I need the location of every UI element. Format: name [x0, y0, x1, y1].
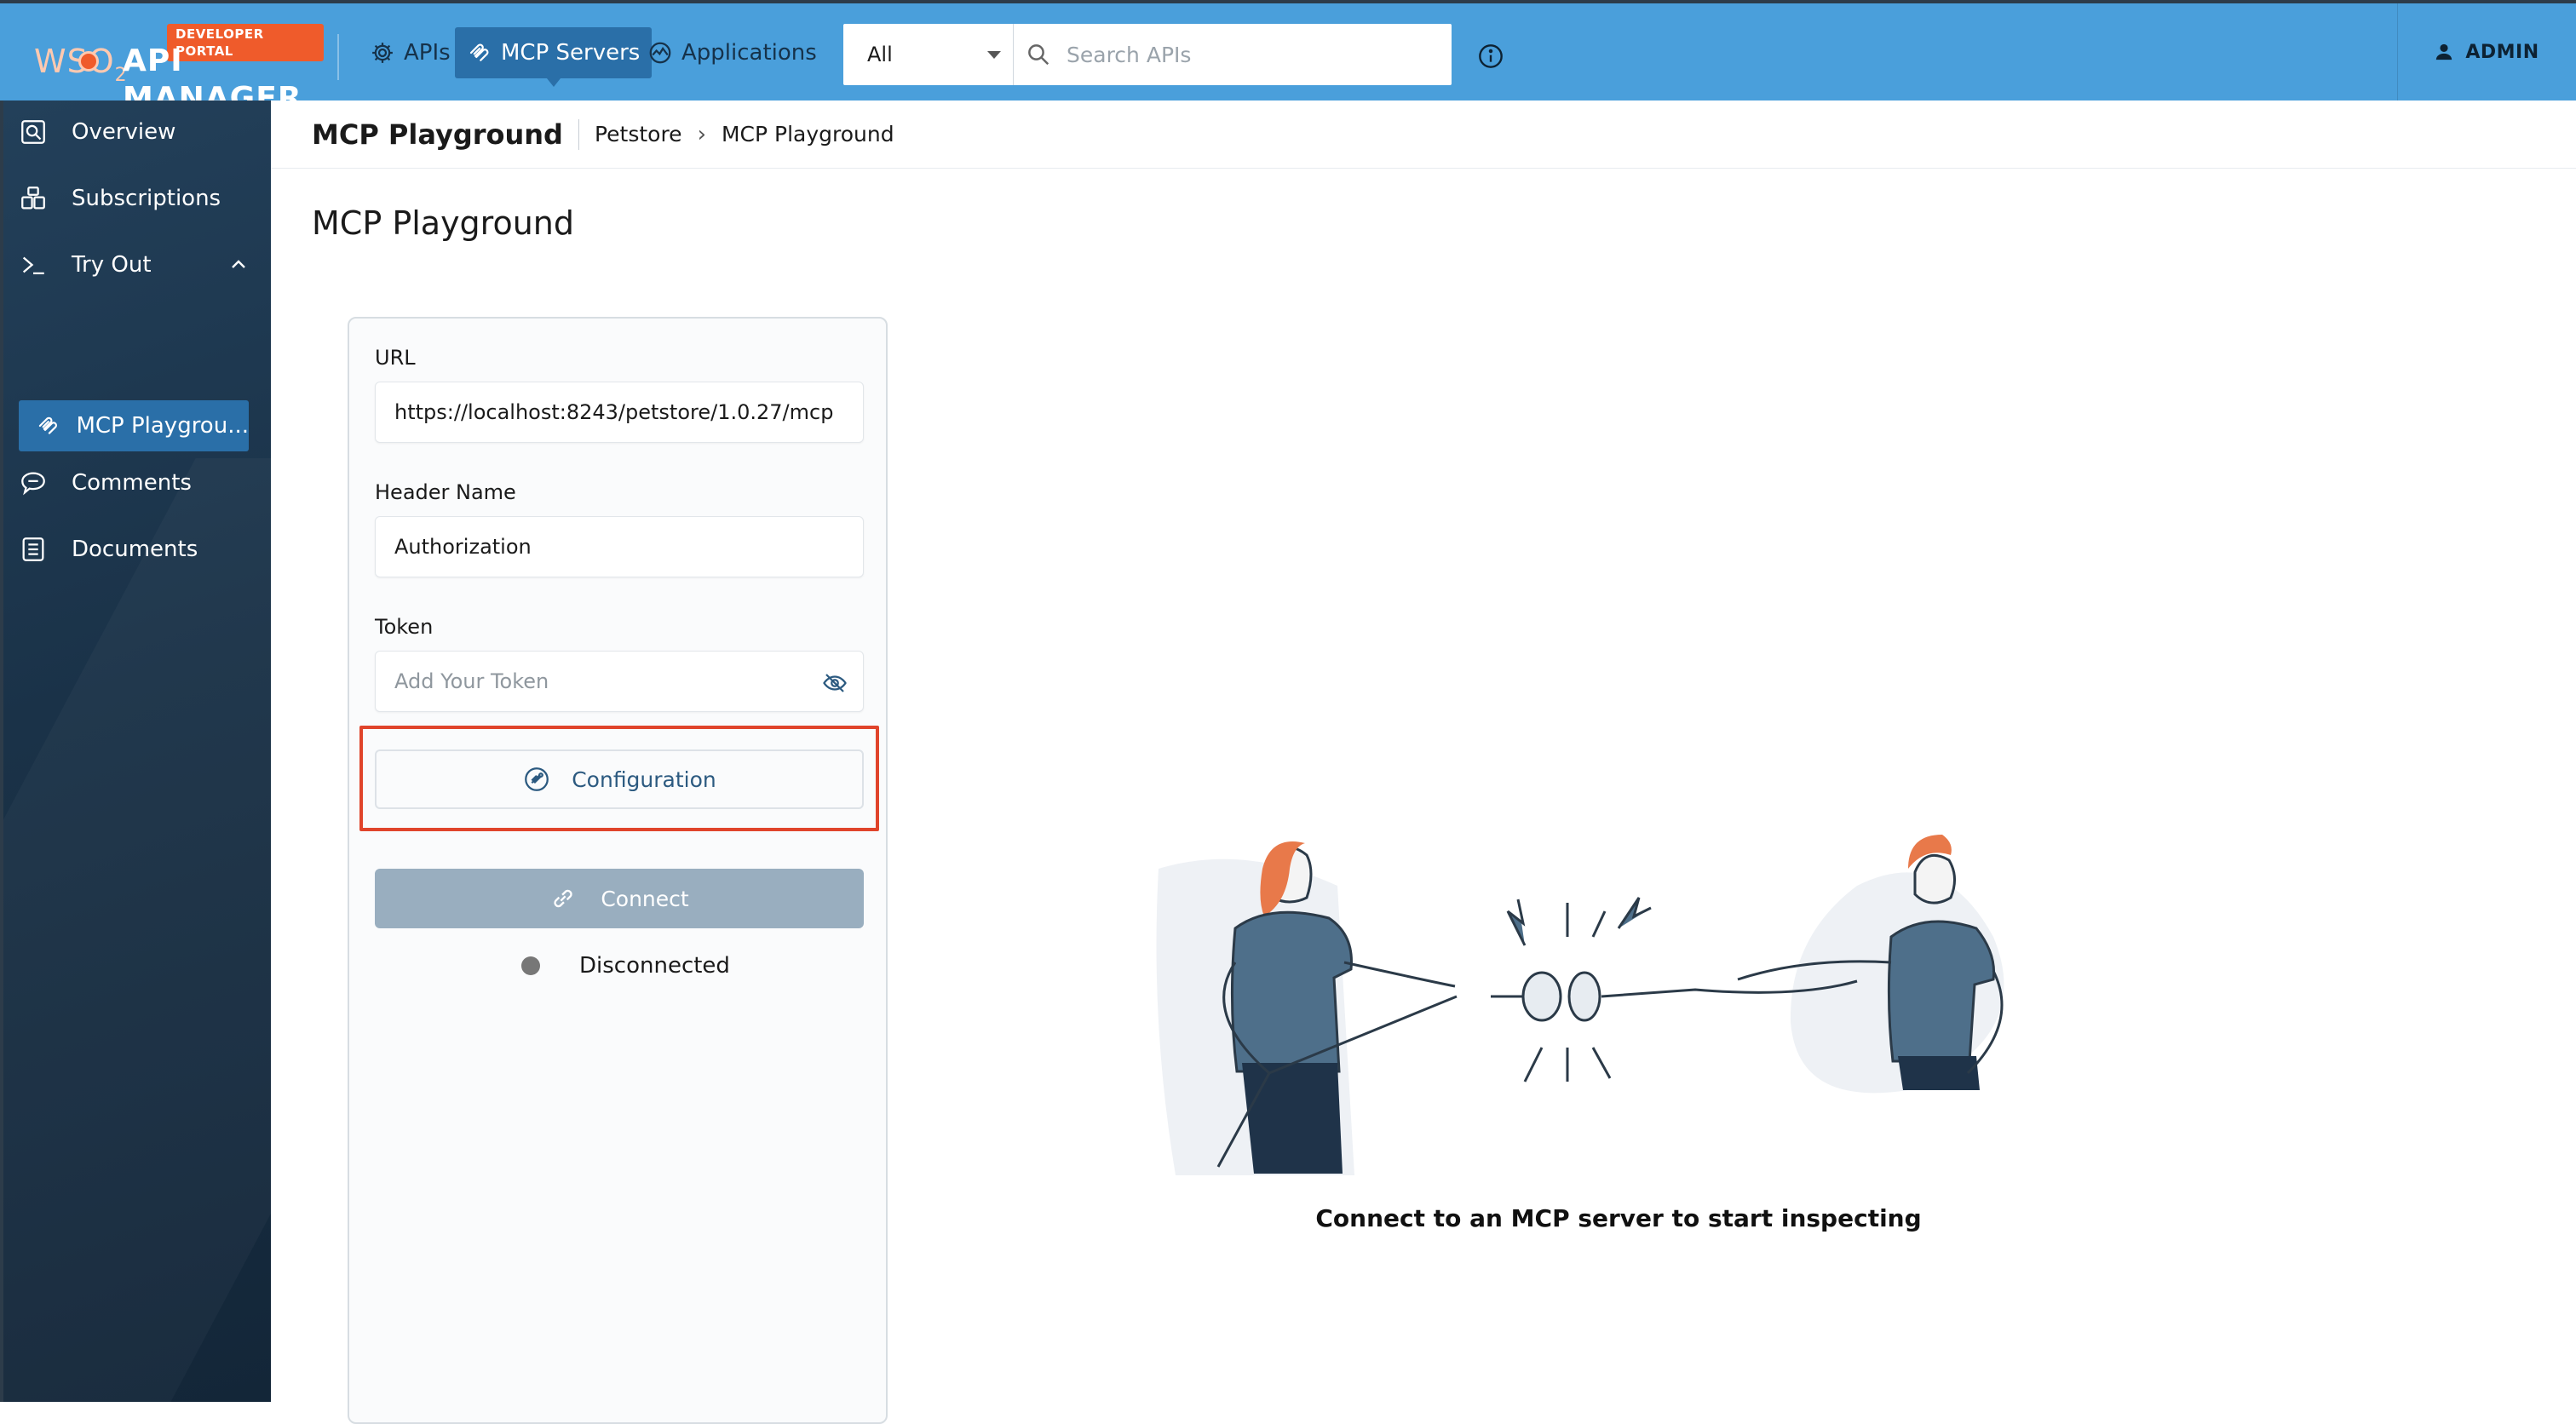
breadcrumb-petstore-link[interactable]: Petstore [595, 122, 682, 146]
connect-button[interactable]: Connect [375, 869, 864, 928]
gear-icon [372, 43, 393, 63]
configuration-icon [525, 767, 549, 791]
connection-panel: URL https://localhost:8243/petstore/1.0.… [348, 317, 888, 1424]
sidebar-item-label: MCP Playgrou... [76, 413, 249, 439]
user-menu[interactable]: ADMIN [2397, 3, 2576, 100]
header-name-field[interactable]: Authorization [375, 516, 864, 577]
plug-connection-illustration [1156, 835, 2004, 1175]
comments-icon [21, 472, 45, 496]
terminal-icon [22, 256, 44, 275]
token-label: Token [375, 615, 434, 639]
sidebar-item-label: Comments [72, 470, 192, 496]
person-icon [2436, 43, 2452, 60]
breadcrumb: MCP Playground Petstore › MCP Playground [271, 100, 2576, 169]
sidebar-item-mcp-playground[interactable]: MCP Playgrou... [19, 400, 249, 451]
sidebar-item-label: Try Out [72, 252, 152, 278]
status-dot [521, 956, 540, 975]
overview-icon [21, 120, 45, 144]
sidebar-item-label: Overview [72, 119, 176, 145]
header-name-value: Authorization [394, 535, 532, 559]
nav-applications[interactable]: Applications [635, 27, 829, 78]
sidebar-item-comments[interactable]: Comments [3, 453, 271, 513]
url-field[interactable]: https://localhost:8243/petstore/1.0.27/m… [375, 382, 864, 443]
connect-button-label: Connect [601, 886, 689, 911]
breadcrumb-current: MCP Playground [721, 122, 894, 146]
nav-applications-label: Applications [681, 40, 817, 66]
breadcrumb-title: MCP Playground [312, 118, 563, 151]
nav-apis[interactable]: APIs [358, 27, 463, 78]
eye-off-icon[interactable] [822, 670, 848, 696]
user-name: ADMIN [2465, 41, 2539, 63]
search-bar: All [843, 24, 1452, 85]
link-icon [554, 889, 572, 908]
header-name-label: Header Name [375, 480, 516, 504]
mcp-icon [38, 416, 57, 434]
mcp-icon [469, 43, 489, 61]
nav-mcp-servers-label: MCP Servers [501, 40, 641, 66]
subscriptions-icon [21, 187, 45, 210]
left-sidebar: Overview Subscriptions Try Out MCP Playg… [0, 100, 271, 1402]
url-value: https://localhost:8243/petstore/1.0.27/m… [394, 400, 834, 424]
sidebar-item-documents[interactable]: Documents [3, 520, 271, 579]
documents-icon [22, 537, 44, 561]
wso2-logo[interactable]: DEVELOPER PORTAL WSO2 API MANAGER [34, 20, 324, 116]
chevron-up-icon[interactable] [228, 255, 249, 275]
token-placeholder: Add Your Token [394, 669, 549, 693]
empty-state-message: Connect to an MCP server to start inspec… [1315, 1204, 1922, 1232]
search-filter-select[interactable]: All [843, 24, 1014, 85]
breadcrumb-divider [578, 118, 579, 150]
url-label: URL [375, 346, 416, 370]
nav-apis-label: APIs [404, 40, 451, 66]
search-filter-value: All [867, 43, 893, 66]
configuration-button[interactable]: Configuration [375, 749, 864, 809]
page-title: MCP Playground [312, 204, 575, 242]
caret-down-icon [987, 51, 1001, 59]
sidebar-item-label: Documents [72, 537, 198, 562]
configuration-button-label: Configuration [572, 767, 716, 792]
sidebar-item-subscriptions[interactable]: Subscriptions [3, 169, 271, 228]
chevron-right-icon: › [697, 121, 706, 147]
sidebar-item-overview[interactable]: Overview [3, 102, 271, 162]
status-text: Disconnected [579, 953, 730, 979]
applications-icon [649, 42, 671, 64]
info-icon[interactable] [1477, 43, 1504, 70]
search-icon [1028, 44, 1049, 66]
search-input-wrap [1014, 24, 1452, 85]
search-input[interactable] [1065, 41, 1440, 68]
connection-status: Disconnected [521, 949, 730, 983]
top-app-bar: DEVELOPER PORTAL WSO2 API MANAGER APIs M… [0, 0, 2576, 116]
sidebar-item-label: Subscriptions [72, 186, 221, 211]
nav-mcp-servers[interactable]: MCP Servers [455, 27, 653, 87]
logo-dot-icon [78, 51, 99, 72]
token-field[interactable]: Add Your Token [375, 651, 864, 712]
logo-divider [337, 34, 339, 80]
